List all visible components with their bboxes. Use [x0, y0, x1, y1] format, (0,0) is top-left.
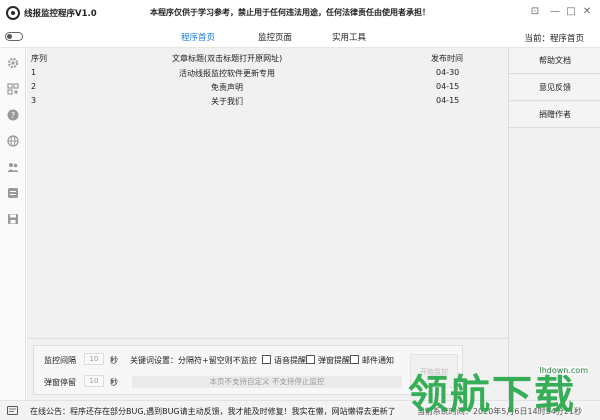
row-seq: 1 — [31, 68, 37, 77]
header-seq: 序列 — [31, 54, 47, 63]
help-docs-button[interactable]: 帮助文档 — [509, 48, 600, 74]
pin-button[interactable]: ⊡ — [528, 5, 542, 19]
header-date: 发布时间 — [431, 54, 463, 63]
row-title[interactable]: 关于我们 — [211, 96, 243, 107]
row-date: 04-30 — [436, 68, 460, 77]
mail-notify-checkbox[interactable] — [350, 355, 359, 364]
tab-tools[interactable]: 实用工具 — [332, 31, 366, 43]
voice-alert-checkbox[interactable] — [262, 355, 271, 364]
table-row[interactable]: 1 活动线报监控软件更新专用 04-30 — [27, 66, 508, 80]
minimize-button[interactable]: — — [548, 5, 562, 19]
watermark-url: lhdown.com — [539, 366, 588, 375]
tab-monitor[interactable]: 监控页面 — [258, 31, 292, 43]
gear-icon[interactable] — [7, 57, 19, 69]
app-title: 线报监控程序V1.0 — [24, 9, 97, 19]
mail-notify-label: 邮件通知 — [362, 356, 394, 365]
app-logo-icon — [6, 6, 20, 20]
row-date: 04-15 — [436, 82, 460, 91]
current-page-indicator: 当前：程序首页 — [524, 34, 584, 44]
popup-alert-label: 弹窗提醒 — [318, 356, 350, 365]
row-date: 04-15 — [436, 96, 460, 105]
help-icon[interactable]: ? — [7, 109, 19, 121]
interval-unit: 秒 — [110, 356, 118, 365]
title-bar: 线报监控程序V1.0 本程序仅供于学习参考，禁止用于任何违法用途，任何法律责任由… — [0, 0, 600, 26]
feedback-button[interactable]: 意见反馈 — [509, 75, 600, 101]
keyword-label: 关键词设置：分隔符+留空则不监控 — [130, 356, 257, 365]
tab-home[interactable]: 程序首页 — [181, 31, 215, 43]
settings-panel: 监控间隔 10 秒 关键词设置：分隔符+留空则不监控 语音提醒 弹窗提醒 邮件通… — [33, 345, 463, 395]
donate-button[interactable]: 捐赠作者 — [509, 102, 600, 128]
table-row[interactable]: 3 关于我们 04-15 — [27, 94, 508, 108]
table-header: 序列 文章标题(双击标题打开原网址) 发布时间 — [27, 48, 508, 64]
popup-alert-checkbox[interactable] — [306, 355, 315, 364]
stay-unit: 秒 — [110, 378, 118, 387]
row-seq: 3 — [31, 96, 37, 105]
voice-alert-label: 语音提醒 — [274, 356, 306, 365]
row-title[interactable]: 活动线报监控软件更新专用 — [179, 68, 275, 79]
announcement-icon — [7, 406, 18, 415]
stay-input[interactable]: 10 — [84, 375, 104, 387]
qr-code-icon[interactable] — [7, 83, 19, 95]
stay-label: 弹窗停留 — [44, 378, 76, 387]
row-title[interactable]: 免责声明 — [211, 82, 243, 93]
settings-hint: 本页不支持自定义 不支持停止监控 — [132, 376, 402, 388]
disclaimer-notice: 本程序仅供于学习参考，禁止用于任何违法用途，任何法律责任由使用者承担！ — [150, 8, 430, 17]
right-action-panel: 帮助文档 意见反馈 捐赠作者 — [508, 48, 600, 400]
globe-icon[interactable] — [7, 135, 19, 147]
theme-toggle[interactable] — [5, 32, 23, 41]
table-row[interactable]: 2 免责声明 04-15 — [27, 80, 508, 94]
close-button[interactable]: ✕ — [580, 5, 594, 19]
interval-label: 监控间隔 — [44, 356, 76, 365]
announcement-text: 在线公告：程序还存在部分BUG,遇到BUG请主动反馈，我才能及时修复！我实在懒，… — [30, 407, 396, 416]
nav-bar: 程序首页 监控页面 实用工具 当前：程序首页 — [0, 26, 600, 48]
site-watermark: 领航下载 lhdown.com — [408, 362, 600, 420]
icon-sidebar: ? — [0, 48, 26, 400]
svg-text:?: ? — [11, 111, 15, 120]
row-seq: 2 — [31, 82, 37, 91]
maximize-button[interactable]: □ — [564, 5, 578, 19]
interval-input[interactable]: 10 — [84, 353, 104, 365]
header-title: 文章标题(双击标题打开原网址) — [172, 54, 283, 63]
list-icon[interactable] — [7, 187, 19, 199]
save-icon[interactable] — [7, 213, 19, 225]
users-icon[interactable] — [7, 161, 19, 173]
article-table: 序列 文章标题(双击标题打开原网址) 发布时间 1 活动线报监控软件更新专用 0… — [27, 48, 508, 338]
